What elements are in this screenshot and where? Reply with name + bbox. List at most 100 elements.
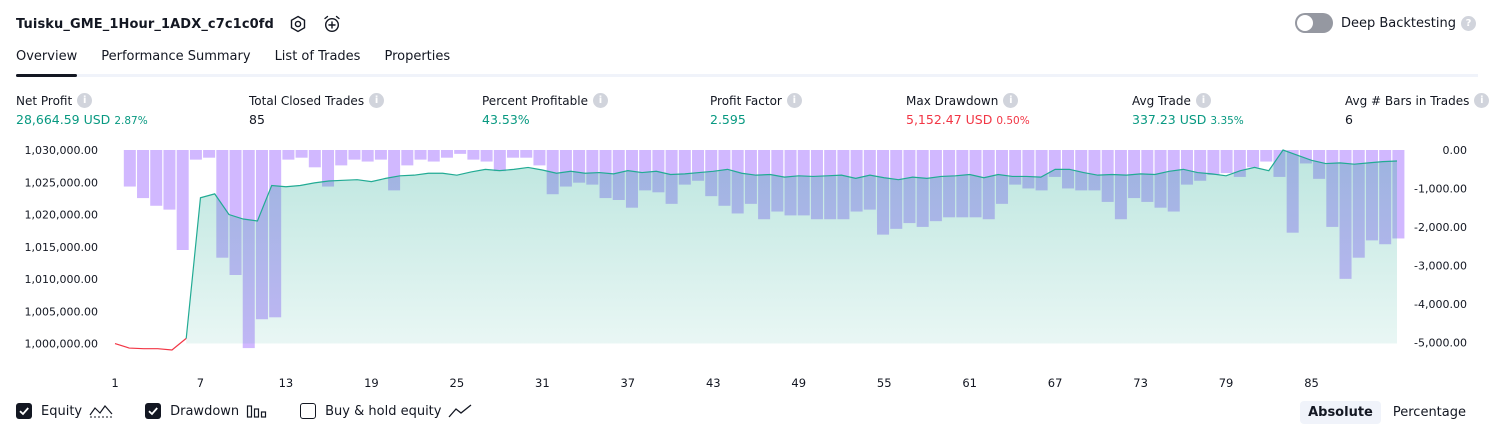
drawdown-bar [414, 150, 427, 160]
metric-value: 5,152.47 USD [906, 112, 993, 127]
drawdown-checkbox[interactable] [145, 403, 162, 419]
metric-net-profit: Net Profit i 28,664.59 USD 2.87% [16, 93, 148, 127]
metric-avg-bars-in-trades: Avg # Bars in Trades i 6 [1345, 93, 1490, 127]
info-icon[interactable]: i [77, 93, 93, 108]
tab-overview[interactable]: Overview [16, 46, 78, 77]
equity-drawdown-chart: 1,030,000.00 1,025,000.00 1,020,000.00 1,01… [25, 144, 1468, 390]
absolute-button[interactable]: Absolute [1300, 401, 1381, 424]
equity-line-icon [89, 403, 113, 419]
x-axis-tick: 61 [962, 376, 977, 390]
drawdown-bar [163, 150, 176, 210]
left-axis-tick: 1,000,000.00 [25, 338, 98, 351]
info-icon[interactable]: i [786, 93, 802, 108]
metric-value: 6 [1345, 112, 1353, 127]
x-axis-tick: 79 [1219, 376, 1234, 390]
drawdown-bar [493, 150, 506, 172]
metric-value: 28,664.59 USD [16, 112, 111, 127]
x-axis-tick: 67 [1048, 376, 1063, 390]
help-icon[interactable]: ? [1461, 15, 1476, 31]
x-axis-tick: 25 [450, 376, 465, 390]
drawdown-bar [123, 150, 136, 187]
right-axis-tick: -3,000.00 [1414, 259, 1467, 272]
left-axis-tick: 1,005,000.00 [25, 305, 98, 318]
metric-value: 2.595 [710, 112, 746, 127]
metric-max-drawdown: Max Drawdown i 5,152.47 USD 0.50% [906, 93, 1030, 127]
drawdown-bar [467, 150, 480, 160]
left-axis-tick: 1,020,000.00 [25, 209, 98, 222]
drawdown-bar [361, 150, 374, 162]
legend-label: Equity [41, 403, 83, 419]
metric-value: 43.53% [482, 112, 530, 127]
drawdown-bar [1207, 150, 1220, 175]
drawdown-bar [507, 150, 520, 158]
drawdown-bar [137, 150, 150, 199]
right-axis-tick: -5,000.00 [1414, 336, 1467, 349]
equity-checkbox[interactable] [16, 403, 32, 419]
drawdown-bar [189, 150, 202, 160]
drawdown-bar [401, 150, 414, 166]
legend-buy-hold-equity[interactable]: Buy & hold equity [300, 403, 472, 419]
metric-total-closed-trades: Total Closed Trades i 85 [249, 93, 385, 127]
drawdown-bar [348, 150, 361, 160]
metric-percent-profitable: Percent Profitable i 43.53% [482, 93, 608, 127]
drawdown-bar [203, 150, 216, 158]
deep-backtesting-toggle[interactable] [1294, 13, 1333, 33]
left-axis-tick: 1,025,000.00 [25, 176, 98, 189]
drawdown-bar [427, 150, 440, 162]
drawdown-bar [374, 150, 387, 160]
x-axis-tick: 1 [111, 376, 118, 390]
metric-label: Avg # Bars in Trades [1345, 93, 1470, 108]
percentage-button[interactable]: Percentage [1385, 401, 1474, 424]
equity-line-negative [114, 337, 187, 351]
info-icon[interactable]: i [1003, 93, 1019, 108]
drawdown-bar [1260, 150, 1273, 162]
metric-avg-trade: Avg Trade i 337.23 USD 3.35% [1132, 93, 1244, 127]
left-axis-tick: 1,010,000.00 [25, 273, 98, 286]
drawdown-bar [176, 150, 189, 250]
buy-hold-checkbox[interactable] [300, 403, 317, 419]
left-axis-tick: 1,015,000.00 [25, 241, 98, 254]
drawdown-bar [150, 150, 163, 206]
metric-value: 85 [249, 112, 265, 127]
alarm-clock-plus-icon[interactable] [322, 14, 342, 34]
report-tabs: Overview Performance Summary List of Tra… [16, 46, 1478, 77]
x-axis-tick: 7 [197, 376, 204, 390]
chart-legend: Equity Drawdown Buy & hold equity [16, 403, 504, 419]
legend-label: Drawdown [170, 403, 240, 419]
x-axis-tick: 73 [1133, 376, 1148, 390]
legend-equity[interactable]: Equity [16, 403, 113, 419]
metric-profit-factor: Profit Factor i 2.595 [710, 93, 802, 127]
tab-properties[interactable]: Properties [384, 46, 450, 74]
left-axis-tick: 1,030,000.00 [25, 144, 98, 157]
metric-label: Profit Factor [710, 93, 782, 108]
x-axis-tick: 55 [877, 376, 892, 390]
drawdown-bar [520, 150, 533, 158]
right-axis-tick: 0.00 [1443, 144, 1468, 157]
settings-icon[interactable] [288, 14, 308, 34]
info-icon[interactable]: i [592, 93, 608, 108]
right-axis-tick: -2,000.00 [1414, 221, 1467, 234]
metric-percent: 2.87% [114, 115, 148, 127]
trend-line-icon [448, 403, 472, 419]
metric-label: Net Profit [16, 93, 73, 108]
info-icon[interactable]: i [369, 93, 385, 108]
strategy-header: Tuisku_GME_1Hour_1ADX_c7c1c0fd [16, 12, 342, 36]
x-axis-tick: 85 [1304, 376, 1319, 390]
metric-value: 337.23 USD [1132, 112, 1207, 127]
info-icon[interactable]: i [1195, 93, 1211, 108]
drawdown-bar [295, 150, 308, 158]
drawdown-bar [480, 150, 493, 162]
x-axis-tick: 37 [620, 376, 635, 390]
right-axis-tick: -4,000.00 [1414, 298, 1467, 311]
tab-list-of-trades[interactable]: List of Trades [275, 46, 361, 74]
metric-label: Avg Trade [1132, 93, 1191, 108]
info-icon[interactable]: i [1474, 93, 1490, 108]
drawdown-bar [440, 150, 453, 158]
drawdown-bar [1220, 150, 1233, 174]
legend-drawdown[interactable]: Drawdown [145, 403, 268, 419]
x-axis-tick: 19 [364, 376, 379, 390]
metric-percent: 0.50% [996, 115, 1030, 127]
drawdown-bar [1247, 150, 1260, 168]
equity-area [186, 150, 1398, 344]
tab-performance-summary[interactable]: Performance Summary [101, 46, 250, 74]
